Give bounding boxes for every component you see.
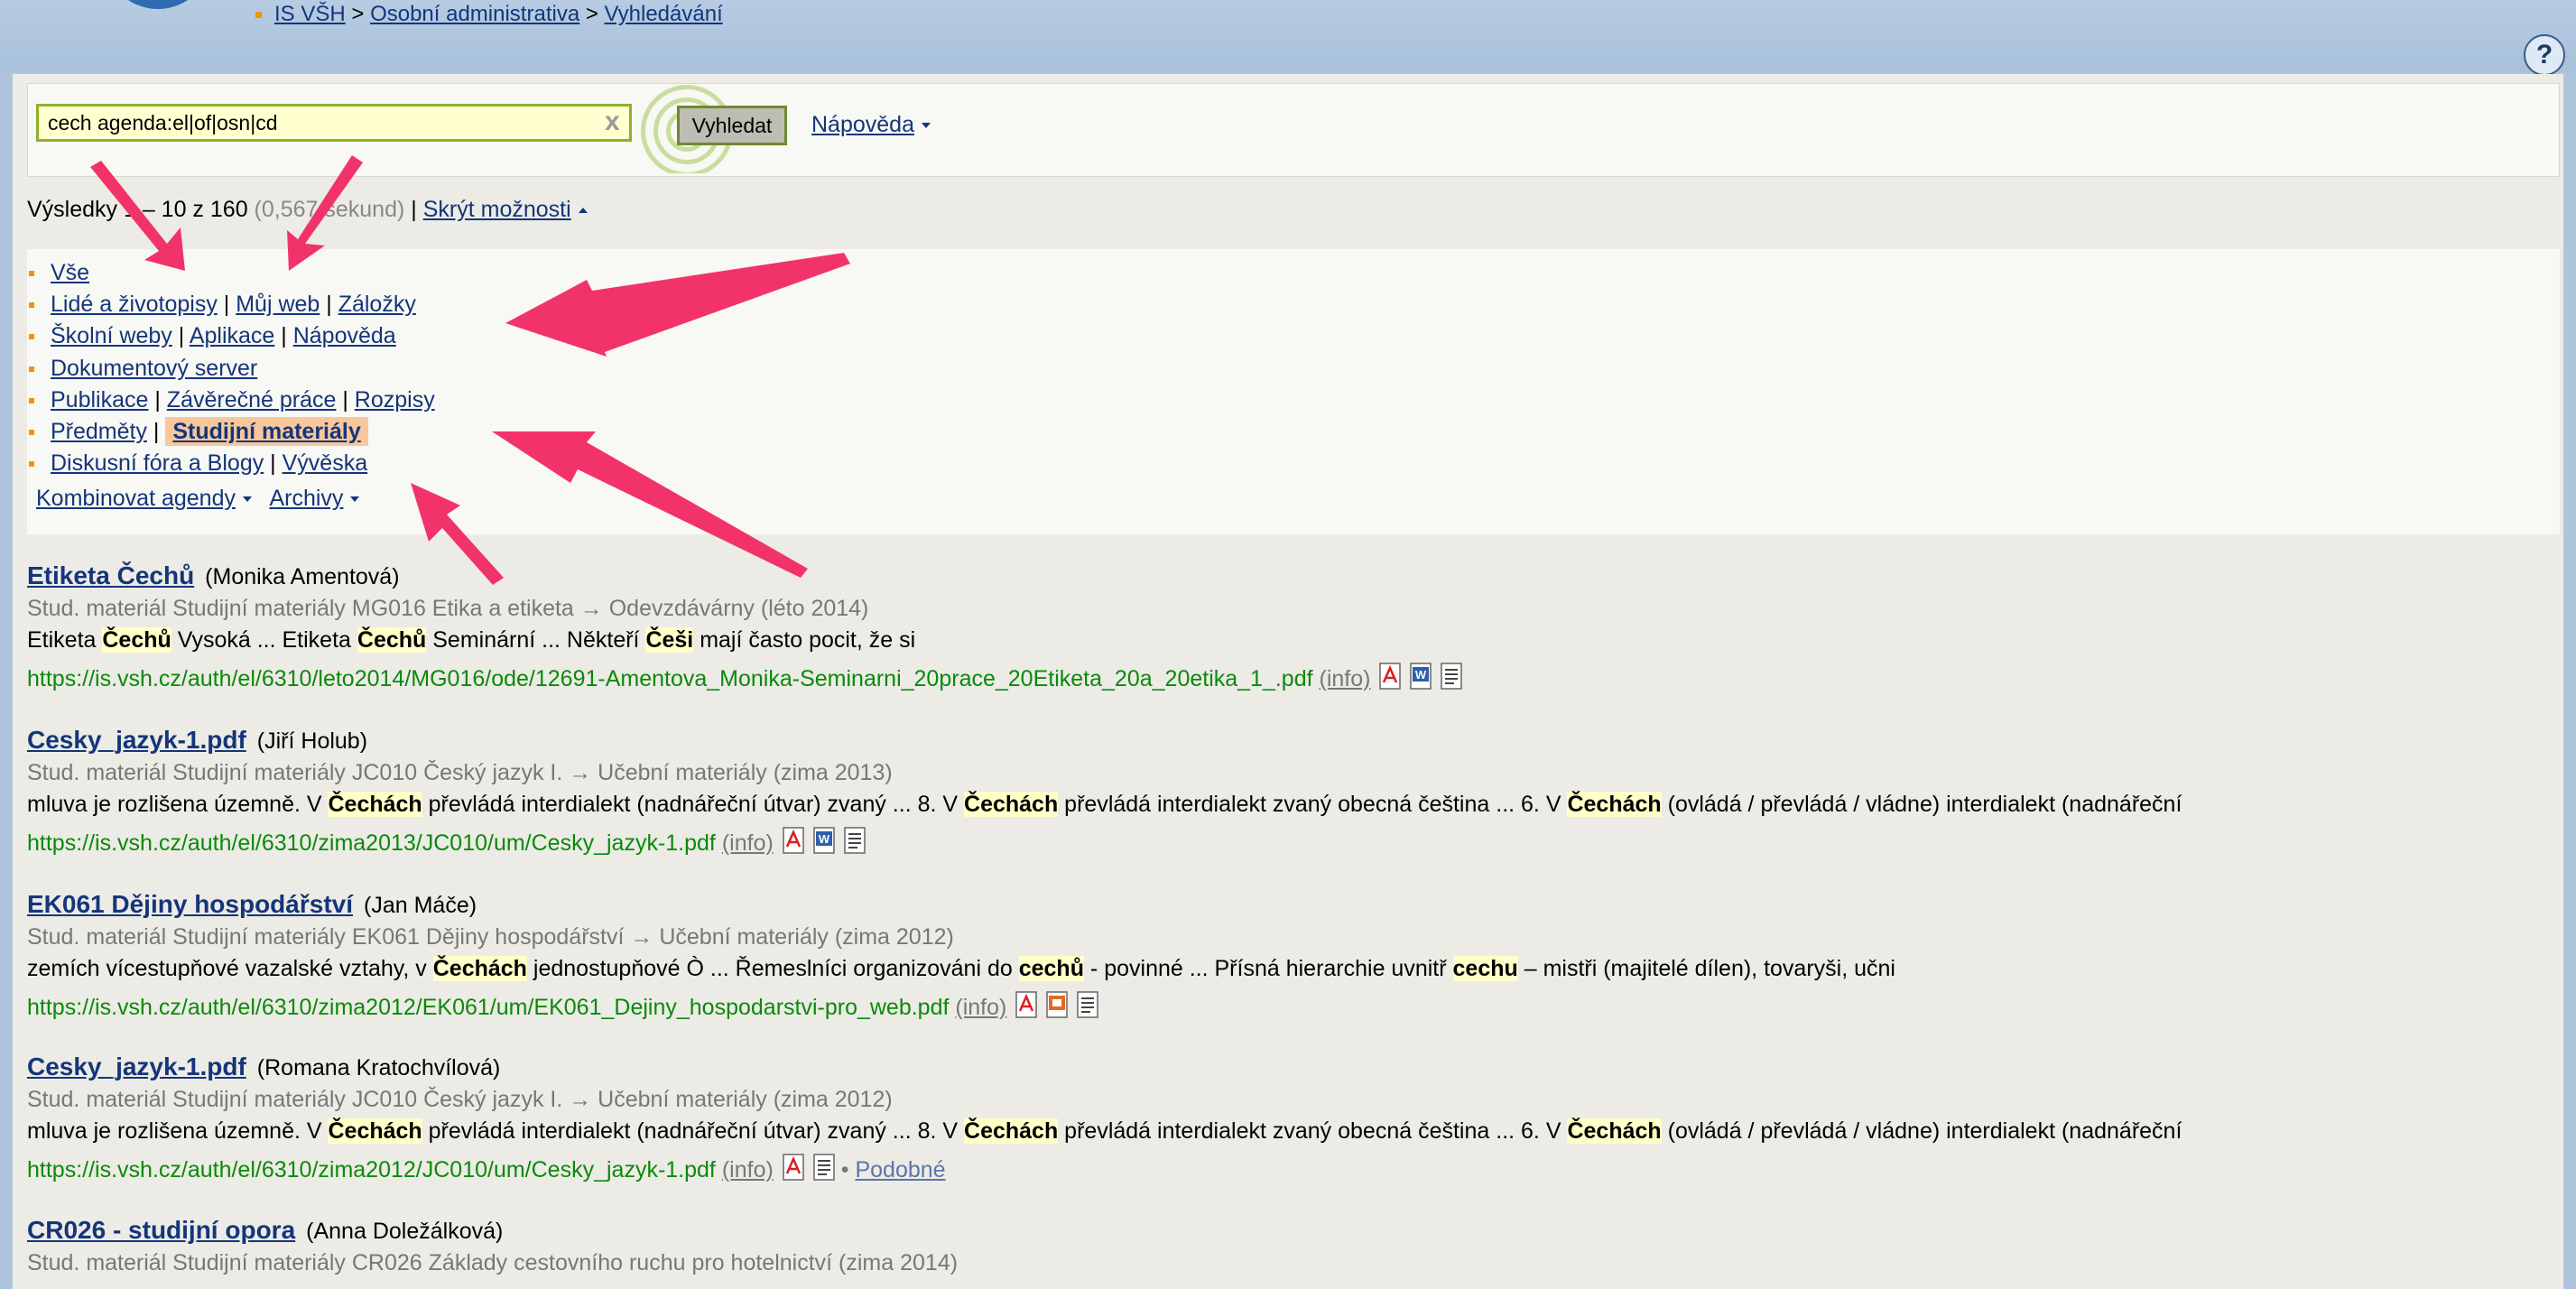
arrow-annotation (492, 431, 808, 578)
arrow-annotation (411, 483, 504, 585)
arrow-annotation (287, 155, 363, 271)
arrow-annotation (90, 161, 185, 271)
annotation-arrows (90, 155, 850, 585)
arrow-annotation (505, 253, 850, 357)
